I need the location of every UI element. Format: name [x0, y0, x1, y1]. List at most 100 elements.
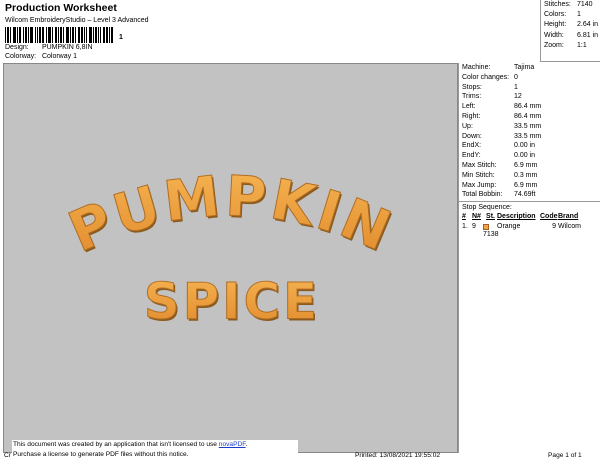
barcode-bar: [14, 27, 15, 43]
barcode-bar: [98, 27, 99, 43]
barcode-bar: [28, 27, 29, 43]
barcode-bar: [103, 27, 104, 43]
barcode-bar: [10, 27, 11, 43]
colorway-label: Colorway:: [5, 53, 37, 60]
barcode-bar: [49, 27, 50, 43]
stat-label: Colors:: [544, 11, 567, 19]
barcode-bar: [112, 27, 113, 43]
barcode-mark: 1: [119, 34, 123, 41]
property-row: Trims: 12: [459, 92, 600, 102]
needle-number: 9: [472, 223, 476, 231]
property-label: Left:: [462, 103, 476, 111]
printed-date: Printed: 13/08/2021 19:55:02: [355, 452, 441, 459]
property-value: 12: [514, 93, 522, 101]
property-row: Min Stitch: 0.3 mm: [459, 171, 600, 181]
design-artwork: PUMPKIN PUMPKIN SPICE SPICE: [59, 163, 400, 332]
thread-code: 9: [552, 223, 556, 231]
page-number: Page 1 of 1: [548, 452, 582, 459]
barcode-bar: [91, 27, 92, 43]
property-row: Total Bobbin: 74.69ft: [459, 190, 600, 200]
property-row: EndX: 0.00 in: [459, 141, 600, 151]
barcode-bar: [78, 27, 79, 43]
property-label: Max Stitch:: [462, 161, 497, 169]
barcode-bar: [72, 27, 73, 43]
barcode-bar: [31, 27, 32, 43]
stat-label: Stitches:: [544, 1, 571, 8]
design-label: Design:: [5, 44, 29, 51]
barcode-bar: [93, 27, 94, 43]
stat-label: Zoom:: [544, 41, 564, 49]
notice-text: This document was created by an applicat…: [13, 441, 219, 448]
stat-label: Width:: [544, 31, 564, 39]
stat-value: 1:1: [577, 41, 587, 49]
barcode-bar: [35, 27, 36, 43]
barcode-bar: [61, 27, 62, 43]
barcode-bar: [66, 27, 67, 43]
property-label: Color changes:: [462, 73, 510, 81]
property-row: Down: 33.5 mm: [459, 132, 600, 142]
property-row: Up: 33.5 mm: [459, 122, 600, 132]
column-header: Description: [497, 213, 536, 221]
stat-row: Colors: 1: [541, 10, 600, 20]
barcode-bar: [23, 27, 24, 43]
property-value: 86.4 mm: [514, 103, 542, 111]
barcode-bar: [25, 27, 26, 43]
property-label: Max Jump:: [462, 181, 497, 189]
barcode-bar: [5, 27, 6, 43]
thread-brand: Wilcom: [558, 223, 581, 231]
stat-label: Height:: [544, 21, 567, 29]
barcode-bar: [37, 27, 38, 43]
column-header: Brand: [558, 213, 579, 221]
barcode-bar: [19, 27, 20, 43]
barcode-bar: [79, 27, 80, 43]
barcode-bar: [43, 27, 44, 43]
novapdf-link[interactable]: novaPDF: [219, 441, 246, 448]
property-label: EndY:: [462, 152, 481, 160]
stat-value: 6.81 in: [577, 31, 599, 39]
colorway-value: Colorway 1: [41, 53, 77, 60]
stitch-count: 7138: [483, 222, 499, 238]
barcode-bar: [100, 27, 101, 43]
worksheet-header: Production Worksheet Wilcom EmbroiderySt…: [0, 0, 540, 62]
barcode-bar: [46, 27, 47, 43]
stat-row: Height: 2.64 in: [541, 20, 600, 30]
stat-value: 1: [577, 11, 581, 19]
property-label: EndX:: [462, 142, 482, 150]
barcode-bar: [15, 27, 16, 43]
barcode-bar: [50, 27, 51, 43]
property-label: Min Stitch:: [462, 171, 495, 179]
stop-sequence-table: # N# St. Description Code Brand 1. 9 713…: [459, 212, 600, 238]
barcode-bar: [56, 27, 57, 43]
barcode-bar: [26, 27, 27, 43]
property-label: Up:: [462, 122, 473, 130]
property-row: Right: 86.4 mm: [459, 112, 600, 122]
colorway-row: Colorway: Colorway 1: [5, 53, 77, 60]
table-row: 1. 9 7138 Orange 9 Wilcom: [462, 222, 600, 238]
barcode-bar: [42, 27, 43, 43]
stat-row: Width: 6.81 in: [541, 31, 600, 41]
software-name: Wilcom EmbroideryStudio – Level 3 Advanc…: [5, 17, 149, 24]
stop-number: 1.: [462, 223, 468, 231]
barcode-bar: [82, 27, 83, 43]
property-label: Stops:: [462, 83, 482, 91]
barcode-bar: [86, 27, 87, 43]
property-row: Color changes: 0: [459, 73, 600, 83]
barcode-bar: [75, 27, 76, 43]
property-value: 0: [514, 73, 518, 81]
barcode-bar: [7, 27, 8, 43]
stats-panel: Stitches: 7140 Colors: 1 Height: 2.64 in Wi…: [540, 0, 600, 62]
design-row: Design: PUMPKIN 6,8IN: [5, 44, 93, 51]
stat-row: Stitches: 7140: [541, 0, 600, 10]
barcode-bar: [109, 27, 110, 43]
barcode-bar: [8, 27, 9, 43]
property-value: 33.5 mm: [514, 132, 542, 140]
design-text-line2: SPICE: [144, 273, 320, 331]
design-value: PUMPKIN 6,8IN: [41, 44, 93, 51]
stop-sequence-header: # N# St. Description Code Brand: [462, 212, 600, 222]
color-swatch-icon: [483, 224, 489, 231]
barcode-bar: [84, 27, 85, 43]
property-row: Machine: Tajima: [459, 63, 600, 73]
barcode-bar: [111, 27, 112, 43]
property-row: EndY: 0.00 in: [459, 151, 600, 161]
notice-text-line2: Purchase a license to generate PDF files…: [13, 451, 189, 458]
